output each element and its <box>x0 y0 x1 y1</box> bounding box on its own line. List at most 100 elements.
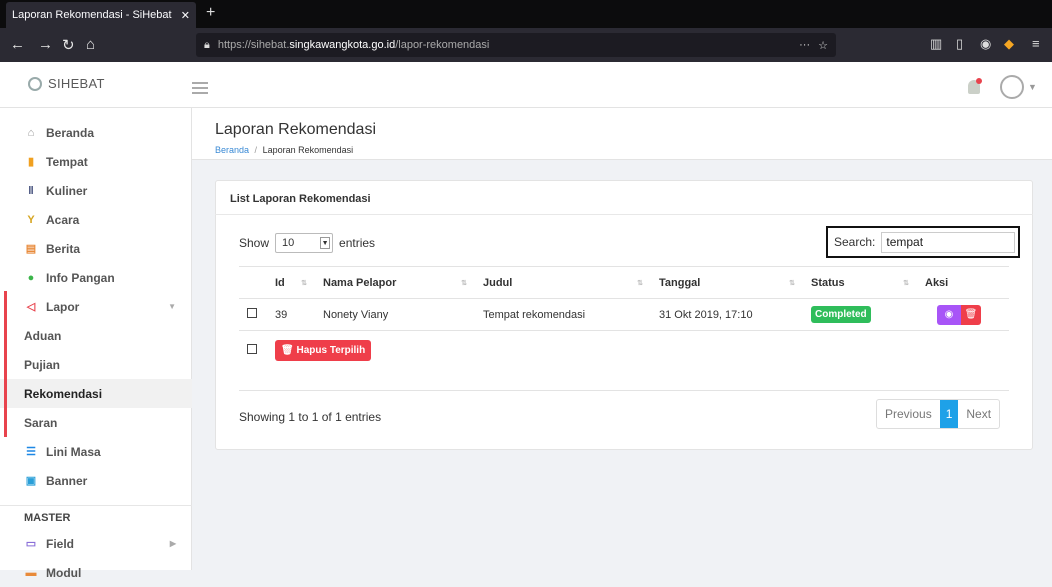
sidebar-subitem-saran[interactable]: Saran <box>0 408 192 437</box>
cell-judul: Tempat rekomendasi <box>475 298 651 331</box>
report-table: Id ⇅ Nama Pelapor ⇅ Judul ⇅ Tanggal ⇅ Status… <box>239 266 1009 371</box>
select-all-checkbox[interactable] <box>247 344 257 355</box>
sort-icon: ⇅ <box>903 280 909 287</box>
forward-icon[interactable]: → <box>38 36 53 53</box>
sidebar-subitem-rekomendasi[interactable]: Rekomendasi <box>0 379 192 408</box>
app-logo[interactable]: SIHEBAT <box>28 76 105 91</box>
url-prefix: https://sihebat. <box>217 39 290 51</box>
sidebar-item-kuliner[interactable]: ‖ Kuliner <box>0 176 192 205</box>
app-header <box>0 62 1052 108</box>
status-badge: Completed <box>811 306 871 323</box>
page-length-control: Show 10 ▼ entries <box>239 233 375 253</box>
menu-icon[interactable]: ≡ <box>1032 36 1040 51</box>
extension-icon[interactable]: ◉ <box>980 36 991 52</box>
module-icon: ▬ <box>25 566 37 579</box>
sidebar-subitem-pujian[interactable]: Pujian <box>0 350 192 379</box>
sidebar-item-label: Modul <box>46 565 82 580</box>
bulk-delete-button[interactable]: 🗑︎ Hapus Terpilih <box>275 340 372 362</box>
header-label: Id <box>275 276 285 289</box>
page-length-value: 10 <box>282 237 295 249</box>
column-header-tanggal[interactable]: Tanggal ⇅ <box>651 266 803 299</box>
sidebar-item-tempat[interactable]: ▮ Tempat <box>0 147 192 176</box>
reload-icon[interactable]: ↻ <box>62 36 75 54</box>
chevron-down-icon: ▼ <box>320 237 331 249</box>
trash-icon: 🗑︎ <box>281 345 297 357</box>
library-icon[interactable]: ▥ <box>930 36 942 52</box>
sidebar-item-beranda[interactable]: ⌂ Beranda <box>0 118 192 147</box>
pagination-page-1[interactable]: 1 <box>939 400 959 428</box>
column-header-judul[interactable]: Judul ⇅ <box>475 266 651 299</box>
pagination-next[interactable]: Next <box>958 400 999 428</box>
home-icon: ⌂ <box>27 126 35 139</box>
leaf-icon: ● <box>27 271 35 284</box>
app-name: SIHEBAT <box>48 76 105 91</box>
view-button[interactable]: ◉ <box>937 304 961 325</box>
page-actions-icon[interactable]: ··· <box>799 39 810 51</box>
hamburger-menu-icon[interactable] <box>192 82 208 94</box>
food-icon: ‖ <box>28 184 34 197</box>
header-label: Aksi <box>925 276 949 289</box>
extension-2-icon[interactable]: ◆ <box>1004 36 1014 52</box>
page-length-select[interactable]: 10 ▼ <box>275 233 334 253</box>
sidebar-item-modul[interactable]: ▬ Modul <box>0 558 192 587</box>
row-checkbox[interactable] <box>247 308 257 318</box>
sidebar-subitem-label: Rekomendasi <box>24 386 103 401</box>
logo-icon <box>28 76 42 91</box>
sort-icon: ⇅ <box>461 280 467 287</box>
url-bar[interactable]: 🔒︎ https://sihebat. singkawangkota.go.id /… <box>196 33 836 57</box>
sort-icon: ⇅ <box>301 280 307 287</box>
sidebar-subitem-aduan[interactable]: Aduan <box>0 321 192 350</box>
sidebar-item-label: Banner <box>46 473 88 488</box>
breadcrumb-home-link[interactable]: Beranda <box>215 145 249 155</box>
delete-button[interactable]: 🗑︎ <box>961 304 981 325</box>
header-label: Status <box>811 276 845 289</box>
breadcrumb-current: Laporan Rekomendasi <box>262 145 354 155</box>
sidebar-item-banner[interactable]: ▣ Banner <box>0 466 192 495</box>
table-header-row: Id ⇅ Nama Pelapor ⇅ Judul ⇅ Tanggal ⇅ Status… <box>239 266 1009 299</box>
pagination-previous[interactable]: Previous <box>877 400 940 428</box>
select-column-header <box>239 266 267 299</box>
list-icon: ☰ <box>26 446 36 458</box>
sidebar-item-label: Tempat <box>46 154 88 169</box>
home-browser-icon[interactable]: ⌂ <box>86 36 95 53</box>
close-tab-icon[interactable]: ✕ <box>181 9 190 22</box>
cell-id: 39 <box>267 298 315 331</box>
column-header-id[interactable]: Id ⇅ <box>267 266 315 299</box>
sidebar-item-lapor[interactable]: ◁ Lapor ▼ <box>0 292 192 321</box>
image-icon: ▣ <box>25 475 37 487</box>
sidebar-item-label: Lapor <box>46 299 80 314</box>
sidebar-item-lini-masa[interactable]: ☰ Lini Masa <box>0 437 192 466</box>
table-info: Showing 1 to 1 of 1 entries <box>239 410 382 424</box>
megaphone-icon: ◁ <box>26 301 36 313</box>
search-control: Search: <box>826 226 1020 258</box>
sort-icon: ⇅ <box>789 280 795 287</box>
sidebar-subitem-label: Saran <box>24 415 58 430</box>
sidebar-item-berita[interactable]: ▤ Berita <box>0 234 192 263</box>
url-path: /lapor-rekomendasi <box>395 39 490 51</box>
column-header-nama[interactable]: Nama Pelapor ⇅ <box>315 266 475 299</box>
map-icon: ▮ <box>27 156 35 168</box>
page-title: Laporan Rekomendasi <box>215 121 376 138</box>
tab-title: Laporan Rekomendasi - SiHebat <box>12 9 172 21</box>
user-avatar[interactable] <box>1000 75 1024 99</box>
sidebar-item-label: Lini Masa <box>46 444 101 459</box>
sidebar-item-acara[interactable]: Y Acara <box>0 205 192 234</box>
browser-tab[interactable]: Laporan Rekomendasi - SiHebat ✕ <box>6 2 196 28</box>
cell-nama: Nonety Viany <box>315 298 475 331</box>
sort-icon: ⇅ <box>637 280 643 287</box>
sidebar-item-field[interactable]: ▭ Field ▶ <box>0 529 192 558</box>
chevron-down-icon[interactable]: ▼ <box>1028 82 1037 92</box>
sidebar-item-label: Kuliner <box>46 183 88 198</box>
sidebar-item-info-pangan[interactable]: ● Info Pangan <box>0 263 192 292</box>
sidebar: ⌂ Beranda ▮ Tempat ‖ Kuliner Y Acara ▤ Berita… <box>0 108 192 580</box>
header-label: Tanggal <box>659 276 701 289</box>
bookmark-star-icon[interactable]: ☆ <box>818 39 828 52</box>
search-input[interactable] <box>881 231 1016 253</box>
active-group-indicator <box>4 291 7 437</box>
sidebar-toggle-icon[interactable]: ▯ <box>956 36 963 52</box>
header-label: Judul <box>483 276 513 289</box>
back-icon[interactable]: ← <box>10 36 25 53</box>
new-tab-icon[interactable]: + <box>206 4 215 22</box>
column-header-status[interactable]: Status ⇅ <box>803 266 917 299</box>
search-label: Search: <box>834 235 876 249</box>
